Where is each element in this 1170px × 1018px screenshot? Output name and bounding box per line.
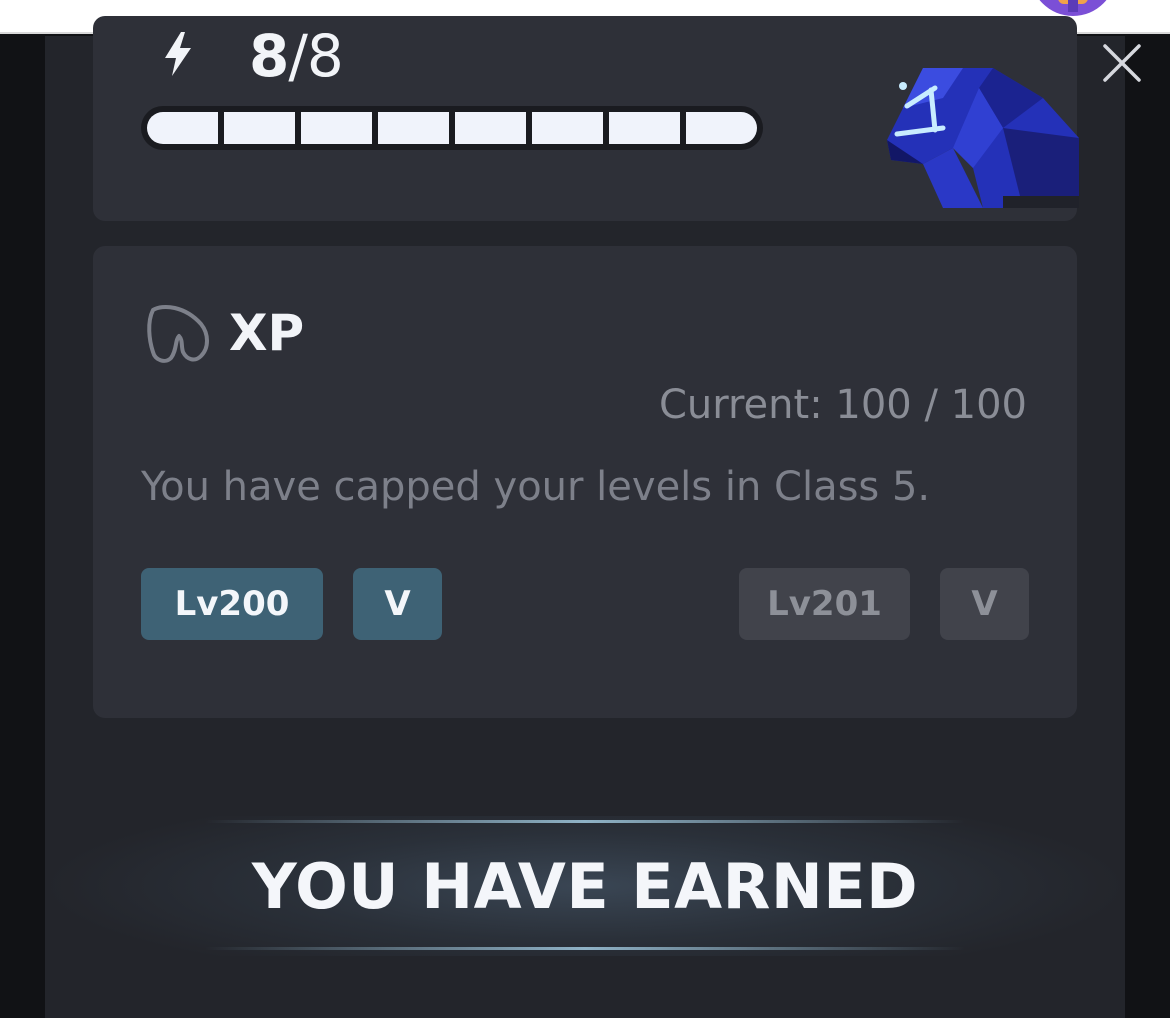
- earned-banner: YOU HAVE EARNED: [45, 816, 1125, 956]
- horse-head-icon: [147, 305, 209, 363]
- avatar-emblem-bar: [1068, 0, 1078, 12]
- xp-card: XP Current: 100 / 100 You have capped yo…: [93, 246, 1077, 718]
- banner-divider-bottom: [205, 947, 965, 950]
- energy-segment: [532, 112, 603, 144]
- current-class-badge: V: [353, 568, 442, 640]
- horse-portrait: [887, 68, 1079, 208]
- earned-heading: YOU HAVE EARNED: [251, 850, 919, 923]
- banner-divider-top: [205, 820, 965, 823]
- energy-value: 8/8: [249, 22, 344, 90]
- next-class-badge: V: [940, 568, 1029, 640]
- avatar[interactable]: [1030, 0, 1116, 16]
- current-level-badge: Lv200: [141, 568, 323, 640]
- xp-cap-message: You have capped your levels in Class 5.: [141, 464, 931, 510]
- energy-segment: [301, 112, 372, 144]
- energy-bar: [141, 106, 763, 150]
- energy-segment: [224, 112, 295, 144]
- xp-current-label: Current: 100 / 100: [658, 382, 1027, 428]
- xp-title: XP: [229, 304, 305, 362]
- energy-current: 8: [249, 22, 289, 90]
- energy-segment: [455, 112, 526, 144]
- energy-segment: [609, 112, 680, 144]
- race-result-modal: 8/8 XP Current: 100 / 100 You have cappe…: [45, 16, 1141, 1018]
- next-level-badge: Lv201: [739, 568, 910, 640]
- energy-card: 8/8: [93, 16, 1141, 221]
- energy-segment: [378, 112, 449, 144]
- close-icon[interactable]: [1101, 42, 1143, 84]
- lightning-icon: [165, 32, 191, 76]
- energy-max: 8: [306, 22, 344, 90]
- energy-segment: [686, 112, 757, 144]
- energy-separator: /: [288, 22, 308, 90]
- energy-segment: [147, 112, 218, 144]
